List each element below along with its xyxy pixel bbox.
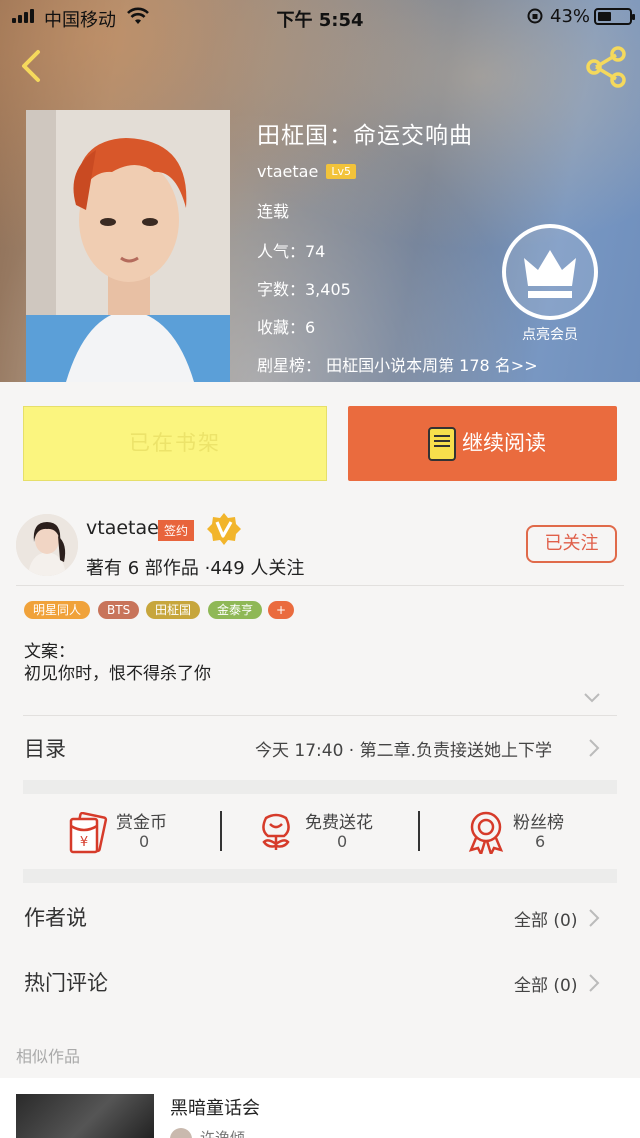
hot-comments-all[interactable]: 全部 (0) xyxy=(514,971,577,996)
toc-label[interactable]: 目录 xyxy=(24,733,66,763)
reward-coins-value: 0 xyxy=(139,832,150,851)
favorites-count: 收藏：6 xyxy=(257,318,316,337)
chevron-right-icon[interactable] xyxy=(588,908,600,928)
toc-latest-chapter[interactable]: 今天 17:40 · 第二章.负责接送她上下学 xyxy=(255,736,552,761)
reward-coins-label: 赏金币 xyxy=(116,813,167,833)
author-says-all[interactable]: 全部 (0) xyxy=(514,906,577,931)
continue-reading-label: 继续阅读 xyxy=(462,431,546,455)
tag-mingxing-tongren[interactable]: 明星同人 xyxy=(24,601,91,619)
following-button[interactable]: 已关注 xyxy=(526,525,617,563)
chevron-right-icon[interactable] xyxy=(588,973,600,993)
synopsis: 文案： 初见你时，恨不得杀了你 xyxy=(24,641,211,685)
book-title: 田柾国：命运交响曲 xyxy=(257,123,473,149)
word-count: 字数：3,405 xyxy=(257,280,351,299)
similar-work-cover[interactable] xyxy=(16,1094,154,1138)
section-separator xyxy=(23,869,617,883)
signed-badge: 签约 xyxy=(158,520,195,541)
avatar[interactable] xyxy=(16,514,78,576)
red-envelope-icon: ¥ xyxy=(69,812,108,854)
membership-label: 点亮会员 xyxy=(522,327,578,343)
svg-text:¥: ¥ xyxy=(80,835,88,850)
verified-v-icon xyxy=(207,513,241,545)
serial-status: 连载 xyxy=(257,202,290,221)
flower-icon xyxy=(262,813,290,850)
free-flower-label: 免费送花 xyxy=(305,813,373,833)
add-tag-button[interactable]: + xyxy=(268,601,295,619)
share-icon[interactable] xyxy=(584,46,628,88)
medal-icon xyxy=(468,811,504,854)
battery-percent: 43% xyxy=(550,6,591,27)
similar-work-title[interactable]: 黑暗童话会 xyxy=(170,1094,260,1120)
membership-button[interactable]: 点亮会员 xyxy=(500,224,600,344)
chevron-right-icon[interactable] xyxy=(588,738,600,758)
tag-jin-taiheng[interactable]: 金泰亨 xyxy=(208,601,263,619)
in-shelf-button[interactable]: 已在书架 xyxy=(23,406,327,481)
hot-comments-label[interactable]: 热门评论 xyxy=(24,967,108,997)
synopsis-heading: 文案： xyxy=(24,642,75,662)
divider xyxy=(220,811,222,851)
popularity: 人气：74 xyxy=(257,242,326,261)
fan-ranking-value: 6 xyxy=(535,832,546,851)
back-arrow-icon[interactable] xyxy=(14,46,48,86)
clock: 下午 5:54 xyxy=(276,10,364,31)
author-says-label[interactable]: 作者说 xyxy=(24,902,87,932)
tag-bts[interactable]: BTS xyxy=(98,601,140,619)
similar-works-heading: 相似作品 xyxy=(16,1047,81,1066)
divider xyxy=(16,585,624,586)
orientation-lock-icon xyxy=(527,8,543,24)
free-flower-value: 0 xyxy=(337,832,348,851)
synopsis-text: 初见你时，恨不得杀了你 xyxy=(24,664,211,684)
status-bar: 中国移动 下午 5:54 43% xyxy=(0,0,640,34)
book-cover[interactable] xyxy=(26,110,230,382)
author-level-badge: Lv5 xyxy=(326,164,356,179)
section-separator xyxy=(23,780,617,794)
author-works-count: 著有 6 部作品 ·449 人关注 xyxy=(86,558,305,579)
author-name[interactable]: vtaetae xyxy=(86,517,159,539)
similar-work-author: 许逸倾 xyxy=(200,1129,246,1138)
crown-icon xyxy=(502,224,598,320)
tag-tian-zhengguo[interactable]: 田柾国 xyxy=(146,601,201,619)
book-author[interactable]: vtaetae Lv5 xyxy=(257,162,356,181)
fan-ranking-label: 粉丝榜 xyxy=(513,813,564,833)
book-icon xyxy=(428,427,456,461)
divider xyxy=(23,715,617,716)
divider xyxy=(418,811,420,851)
book-author-name[interactable]: vtaetae xyxy=(257,162,318,181)
chevron-down-icon[interactable] xyxy=(584,692,600,704)
continue-reading-button[interactable]: 继续阅读 xyxy=(348,406,617,481)
ranking-link[interactable]: 剧星榜： 田柾国小说本周第 178 名>> xyxy=(257,352,538,376)
battery-icon xyxy=(594,8,635,25)
